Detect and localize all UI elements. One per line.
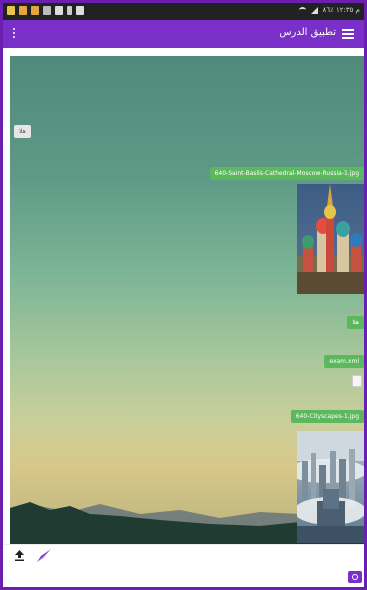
message-timestamp: · [358, 400, 360, 405]
file-icon[interactable] [352, 375, 362, 387]
message-input-bar [3, 544, 364, 566]
cathedral-image[interactable] [297, 184, 364, 294]
notification-icon [19, 6, 27, 15]
message-input[interactable] [61, 547, 359, 564]
upload-icon[interactable] [15, 550, 24, 561]
notification-icon [76, 6, 84, 15]
wifi-icon [298, 7, 306, 13]
status-time: م ١٢:٣٥ ٪٨٦ [322, 6, 361, 14]
app-bar: تطبيق الدرس [3, 20, 364, 48]
notification-icon [31, 6, 39, 15]
status-bar: م ١٢:٣٥ ٪٨٦ [3, 3, 364, 20]
message-bubble-file[interactable]: 640-Saint-Basils-Cathedral-Moscow-Russia… [209, 167, 364, 180]
notification-icon [55, 6, 63, 15]
message-bubble-received[interactable]: هلا [14, 125, 31, 138]
overflow-menu-icon[interactable] [12, 28, 16, 40]
toolbar-divider [3, 48, 364, 56]
camera-icon [352, 574, 358, 580]
notification-icon [67, 6, 72, 15]
signal-icon [310, 6, 318, 14]
cityscape-image[interactable] [297, 431, 364, 543]
message-timestamp: · [358, 305, 360, 310]
message-timestamp: · [358, 346, 360, 351]
status-notification-icons [7, 6, 84, 15]
notification-icon [43, 6, 51, 15]
message-timestamp: · [358, 156, 360, 161]
message-bubble-sent[interactable]: هلا [347, 316, 364, 329]
app-frame: م ١٢:٣٥ ٪٨٦ تطبيق الدرس هلا · 640-Saint-… [0, 0, 367, 590]
app-title: تطبيق الدرس [279, 27, 336, 38]
cityscape-image-art [297, 431, 364, 543]
send-icon[interactable] [37, 549, 51, 562]
menu-icon[interactable] [342, 29, 354, 39]
message-bubble-file[interactable]: exam.xml [324, 355, 364, 368]
chat-area[interactable]: هلا · 640-Saint-Basils-Cathedral-Moscow-… [10, 56, 364, 544]
status-indicators: م ١٢:٣٥ ٪٨٦ [298, 6, 361, 14]
message-bubble-file[interactable]: 640-Cityscapes-1.jpg [290, 410, 364, 423]
camera-button[interactable] [348, 571, 362, 583]
cathedral-image-art [297, 184, 364, 294]
notification-icon [7, 6, 15, 15]
